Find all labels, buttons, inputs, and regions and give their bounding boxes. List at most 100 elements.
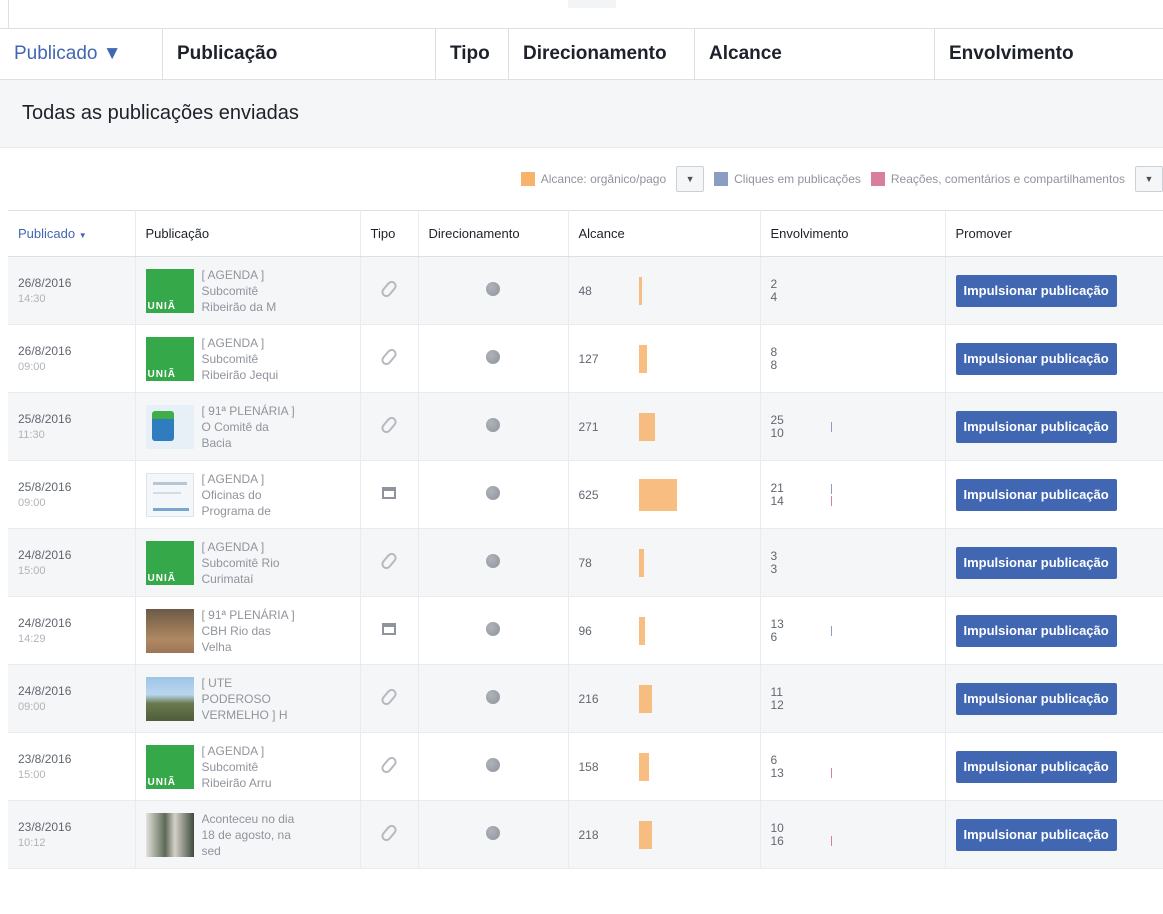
reach-bar (638, 820, 652, 849)
cell-post[interactable]: UNIÃ [ AGENDA ] Subcomitê Ribeirão Jequi (135, 324, 361, 393)
post-thumbnail[interactable]: UNIÃ (145, 540, 194, 585)
reach-value: 158 (578, 759, 599, 774)
post-text[interactable]: Aconteceu no dia 18 de agosto, na sed (202, 811, 302, 859)
sticky-col-publicado[interactable]: Publicado ▼ (0, 29, 163, 79)
post-time: 09:00 (18, 700, 46, 713)
cell-post[interactable]: UNIÃ [ AGENDA ] Subcomitê Ribeirão da M (135, 256, 361, 325)
globe-icon (485, 282, 500, 296)
table-row[interactable]: 24/8/2016 09:00 [ UTE PODEROSO VERMELHO ] … (8, 664, 1163, 733)
col-header-alcance[interactable]: Alcance (568, 210, 761, 257)
boost-post-button[interactable]: Impulsionar publicação (955, 614, 1117, 647)
post-thumbnail[interactable] (145, 472, 194, 517)
post-thumbnail[interactable] (145, 608, 194, 653)
post-text[interactable]: [ AGENDA ] Subcomitê Ribeirão Arru (202, 743, 302, 791)
post-date: 25/8/2016 (18, 479, 72, 494)
clicks-value: 13 (770, 616, 784, 631)
reactions-value: 13 (770, 765, 784, 780)
reactions-value: 6 (770, 629, 778, 644)
legend-label: Cliques em publicações (734, 172, 861, 186)
cell-post[interactable]: [ 91ª PLENÁRIA ] CBH Rio das Velha (135, 596, 361, 665)
cell-post[interactable]: UNIÃ [ AGENDA ] Subcomitê Rio Curimataí (135, 528, 361, 597)
table-row[interactable]: 23/8/2016 10:12 Aconteceu no dia 18 de ago… (8, 800, 1163, 869)
legend-dropdown-button[interactable]: ▼ (1135, 166, 1163, 192)
table-row[interactable]: 24/8/2016 15:00 UNIÃ [ AGENDA ] Subcomitê R… (8, 528, 1163, 597)
album-icon (381, 623, 396, 635)
post-date: 24/8/2016 (18, 683, 72, 698)
post-time: 14:29 (18, 632, 46, 645)
sticky-col-envolvimento[interactable]: Envolvimento (935, 29, 1163, 79)
cell-promote: Impulsionar publicação (945, 324, 1163, 393)
boost-post-button[interactable]: Impulsionar publicação (955, 750, 1117, 783)
table-row[interactable]: 26/8/2016 09:00 UNIÃ [ AGENDA ] Subcomitê R… (8, 324, 1163, 393)
reactions-bar (830, 495, 832, 506)
cell-post[interactable]: [ AGENDA ] Oficinas do Programa de (135, 460, 361, 529)
post-thumbnail[interactable] (145, 404, 194, 449)
table-row[interactable]: 26/8/2016 14:30 UNIÃ [ AGENDA ] Subcomitê R… (8, 256, 1163, 325)
sticky-col-alcance[interactable]: Alcance (695, 29, 935, 79)
table-row[interactable]: 25/8/2016 11:30 [ 91ª PLENÁRIA ] O Comitê … (8, 392, 1163, 461)
post-thumbnail[interactable]: UNIÃ (145, 268, 194, 313)
post-text[interactable]: [ AGENDA ] Subcomitê Ribeirão Jequi (202, 335, 302, 383)
boost-post-button[interactable]: Impulsionar publicação (955, 274, 1117, 307)
legend-dropdown-button[interactable]: ▼ (676, 166, 705, 192)
post-thumbnail[interactable]: UNIÃ (145, 744, 194, 789)
thumb-logo-text: UNIÃ (147, 776, 176, 788)
post-text[interactable]: [ AGENDA ] Subcomitê Ribeirão da M (202, 267, 302, 315)
post-thumbnail[interactable]: UNIÃ (145, 336, 194, 381)
table-row[interactable]: 23/8/2016 15:00 UNIÃ [ AGENDA ] Subcomitê R… (8, 732, 1163, 801)
col-header-publicado[interactable]: Publicado ▼ (8, 210, 136, 257)
clicks-value: 21 (770, 480, 784, 495)
cell-targeting (418, 392, 569, 461)
cell-engagement: 21 14 (760, 460, 946, 529)
cell-reach: 78 (568, 528, 761, 597)
post-text[interactable]: [ UTE PODEROSO VERMELHO ] H (202, 675, 302, 723)
reactions-value: 3 (770, 561, 778, 576)
cell-reach: 127 (568, 324, 761, 393)
cell-post[interactable]: [ UTE PODEROSO VERMELHO ] H (135, 664, 361, 733)
thumb-logo-text: UNIÃ (147, 572, 176, 584)
table-row[interactable]: 25/8/2016 09:00 [ AGENDA ] Oficinas do Pro… (8, 460, 1163, 529)
boost-post-button[interactable]: Impulsionar publicação (955, 818, 1117, 851)
cell-post[interactable]: Aconteceu no dia 18 de agosto, na sed (135, 800, 361, 869)
col-header-envolvimento[interactable]: Envolvimento (760, 210, 946, 257)
reactions-value: 14 (770, 493, 784, 508)
sticky-col-direcionamento[interactable]: Direcionamento (509, 29, 695, 79)
globe-icon (485, 350, 500, 364)
boost-post-button[interactable]: Impulsionar publicação (955, 682, 1117, 715)
reach-value: 271 (578, 419, 599, 434)
sticky-col-tipo[interactable]: Tipo (436, 29, 509, 79)
post-text[interactable]: [ AGENDA ] Subcomitê Rio Curimataí (202, 539, 302, 587)
reactions-bar (830, 767, 832, 778)
cell-type (360, 324, 419, 393)
table-row[interactable]: 24/8/2016 14:29 [ 91ª PLENÁRIA ] CBH Rio d… (8, 596, 1163, 665)
cell-promote: Impulsionar publicação (945, 732, 1163, 801)
post-date: 24/8/2016 (18, 615, 72, 630)
col-header-direcionamento[interactable]: Direcionamento (418, 210, 569, 257)
sticky-col-publicacao[interactable]: Publicação (163, 29, 436, 79)
col-header-publicacao[interactable]: Publicação (135, 210, 361, 257)
cell-post[interactable]: [ 91ª PLENÁRIA ] O Comitê da Bacia (135, 392, 361, 461)
cell-reach: 158 (568, 732, 761, 801)
reactions-value: 4 (770, 289, 778, 304)
cell-engagement: 13 6 (760, 596, 946, 665)
col-header-tipo[interactable]: Tipo (360, 210, 419, 257)
reach-value: 48 (578, 283, 592, 298)
post-text[interactable]: [ 91ª PLENÁRIA ] O Comitê da Bacia (202, 403, 302, 451)
boost-post-button[interactable]: Impulsionar publicação (955, 546, 1117, 579)
globe-icon (485, 758, 500, 772)
post-thumbnail[interactable] (145, 812, 194, 857)
post-text[interactable]: [ AGENDA ] Oficinas do Programa de (202, 471, 302, 519)
cell-post[interactable]: UNIÃ [ AGENDA ] Subcomitê Ribeirão Arru (135, 732, 361, 801)
post-thumbnail[interactable] (145, 676, 194, 721)
boost-post-button[interactable]: Impulsionar publicação (955, 478, 1117, 511)
legend-swatch (870, 172, 885, 186)
boost-post-button[interactable]: Impulsionar publicação (955, 410, 1117, 443)
boost-post-button[interactable]: Impulsionar publicação (955, 342, 1117, 375)
post-text[interactable]: [ 91ª PLENÁRIA ] CBH Rio das Velha (202, 607, 302, 655)
link-icon (378, 686, 399, 708)
globe-icon (485, 486, 500, 500)
cell-reach: 96 (568, 596, 761, 665)
cell-promote: Impulsionar publicação (945, 664, 1163, 733)
cell-promote: Impulsionar publicação (945, 392, 1163, 461)
cell-type (360, 528, 419, 597)
